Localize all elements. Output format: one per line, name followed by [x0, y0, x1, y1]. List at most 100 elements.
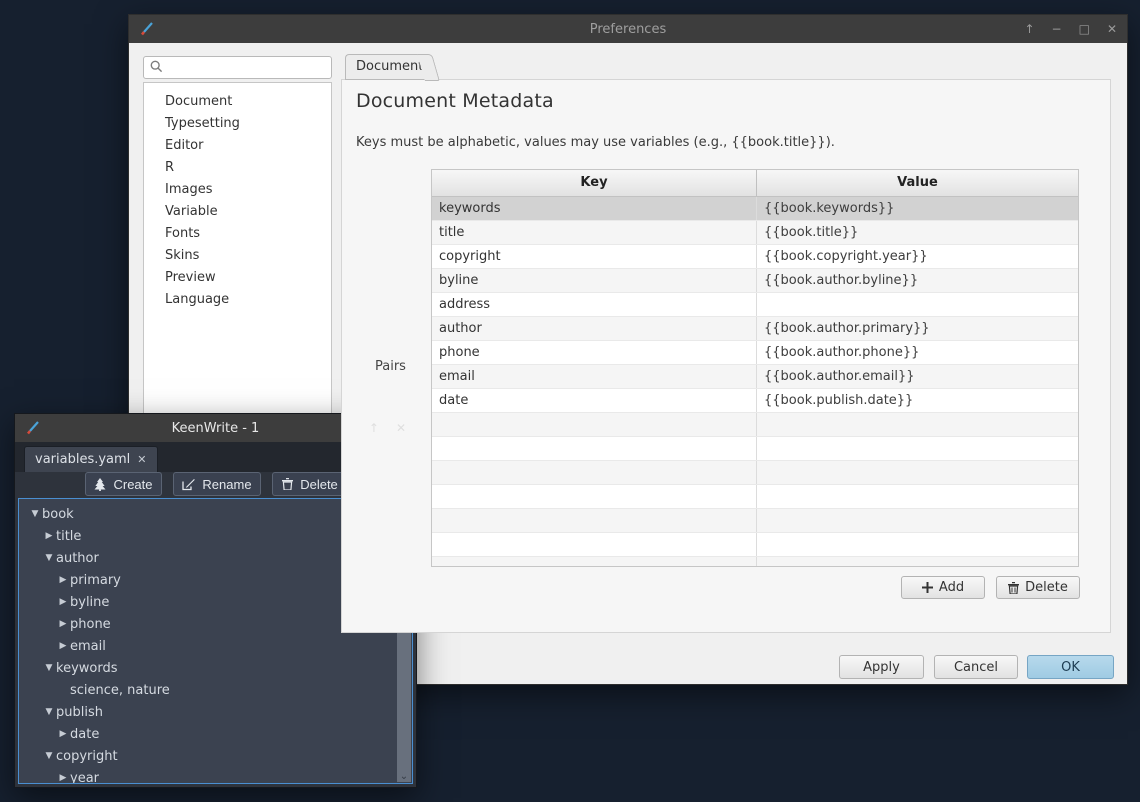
cell-value[interactable]	[757, 509, 1078, 532]
table-row[interactable]: author{{book.author.primary}}	[432, 317, 1078, 341]
table-row-empty[interactable]	[432, 509, 1078, 533]
cell-key[interactable]: keywords	[432, 197, 757, 220]
tab-document[interactable]: Document	[345, 54, 427, 80]
add-button[interactable]: Add	[901, 576, 985, 599]
sidebar-item-r[interactable]: R	[144, 157, 331, 179]
chevron-right-icon[interactable]: ▶	[56, 597, 70, 607]
cell-key[interactable]: author	[432, 317, 757, 340]
column-header-key[interactable]: Key	[432, 170, 757, 196]
close-icon[interactable]: ✕	[396, 422, 406, 434]
sidebar-item-skins[interactable]: Skins	[144, 245, 331, 267]
chevron-right-icon[interactable]: ▶	[56, 575, 70, 585]
table-row-empty[interactable]	[432, 461, 1078, 485]
create-button[interactable]: Create	[85, 472, 162, 496]
cell-key[interactable]: date	[432, 389, 757, 412]
cell-key[interactable]	[432, 557, 757, 567]
cell-value[interactable]	[757, 413, 1078, 436]
tree-item-date[interactable]: ▶date	[19, 723, 412, 745]
cell-key[interactable]	[432, 485, 757, 508]
delete-button[interactable]: Delete	[996, 576, 1080, 599]
table-row[interactable]: byline{{book.author.byline}}	[432, 269, 1078, 293]
minimize-icon[interactable]: −	[1052, 23, 1062, 35]
table-row[interactable]: phone{{book.author.phone}}	[432, 341, 1078, 365]
cell-value[interactable]	[757, 437, 1078, 460]
cell-value[interactable]: {{book.publish.date}}	[757, 389, 1078, 412]
cell-key[interactable]: address	[432, 293, 757, 316]
cell-value[interactable]: {{book.author.phone}}	[757, 341, 1078, 364]
delete-button[interactable]: Delete	[272, 472, 348, 496]
sidebar-item-preview[interactable]: Preview	[144, 267, 331, 289]
cell-value[interactable]: {{book.title}}	[757, 221, 1078, 244]
rename-button[interactable]: Rename	[173, 472, 261, 496]
sidebar-item-document[interactable]: Document	[144, 91, 331, 113]
sidebar-item-editor[interactable]: Editor	[144, 135, 331, 157]
cell-value[interactable]	[757, 461, 1078, 484]
chevron-right-icon[interactable]: ▶	[56, 641, 70, 651]
rollup-icon[interactable]: ↑	[369, 422, 379, 434]
table-row[interactable]: address	[432, 293, 1078, 317]
cell-key[interactable]: copyright	[432, 245, 757, 268]
chevron-down-icon[interactable]: ▼	[42, 553, 56, 563]
tree-item-keywords[interactable]: ▼keywords	[19, 657, 412, 679]
chevron-right-icon[interactable]: ▶	[56, 729, 70, 739]
search-input[interactable]	[143, 56, 332, 79]
chevron-right-icon[interactable]: ▶	[56, 773, 70, 783]
cell-value[interactable]: {{book.author.primary}}	[757, 317, 1078, 340]
chevron-down-icon[interactable]: ▼	[42, 707, 56, 717]
cell-key[interactable]: byline	[432, 269, 757, 292]
tree-item-copyright[interactable]: ▼copyright	[19, 745, 412, 767]
column-header-value[interactable]: Value	[757, 170, 1078, 196]
tree-item-publish[interactable]: ▼publish	[19, 701, 412, 723]
chevron-down-icon[interactable]: ▼	[42, 751, 56, 761]
rollup-icon[interactable]: ↑	[1024, 23, 1034, 35]
tree-item-email[interactable]: ▶email	[19, 635, 412, 657]
cell-value[interactable]: {{book.author.email}}	[757, 365, 1078, 388]
table-row-empty[interactable]	[432, 485, 1078, 509]
preferences-titlebar[interactable]: Preferences ↑ − □ ✕	[129, 15, 1127, 43]
chevron-down-icon[interactable]: ▼	[42, 663, 56, 673]
cell-key[interactable]: email	[432, 365, 757, 388]
sidebar-item-language[interactable]: Language	[144, 289, 331, 311]
sidebar-item-variable[interactable]: Variable	[144, 201, 331, 223]
table-row-empty[interactable]	[432, 413, 1078, 437]
table-row[interactable]: keywords{{book.keywords}}	[432, 197, 1078, 221]
table-row-empty[interactable]	[432, 437, 1078, 461]
cell-value[interactable]: {{book.author.byline}}	[757, 269, 1078, 292]
chevron-down-icon[interactable]: ▼	[28, 509, 42, 519]
ok-button[interactable]: OK	[1027, 655, 1114, 679]
metadata-table[interactable]: Key Value keywords{{book.keywords}}title…	[431, 169, 1079, 567]
scroll-down-icon[interactable]: ⌄	[397, 772, 411, 782]
close-icon[interactable]: ✕	[1107, 23, 1117, 35]
cell-value[interactable]: {{book.keywords}}	[757, 197, 1078, 220]
table-row[interactable]: date{{book.publish.date}}	[432, 389, 1078, 413]
sidebar-item-typesetting[interactable]: Typesetting	[144, 113, 331, 135]
apply-button[interactable]: Apply	[839, 655, 924, 679]
table-row[interactable]: email{{book.author.email}}	[432, 365, 1078, 389]
maximize-icon[interactable]: □	[1079, 23, 1090, 35]
table-row[interactable]: title{{book.title}}	[432, 221, 1078, 245]
cell-key[interactable]	[432, 461, 757, 484]
table-row-empty[interactable]	[432, 533, 1078, 557]
cell-key[interactable]: phone	[432, 341, 757, 364]
cell-key[interactable]	[432, 533, 757, 556]
tab-close-icon[interactable]: ✕	[137, 453, 146, 466]
tab-variables-yaml[interactable]: variables.yaml ✕	[24, 446, 158, 472]
cell-key[interactable]	[432, 509, 757, 532]
chevron-right-icon[interactable]: ▶	[56, 619, 70, 629]
cell-value[interactable]	[757, 293, 1078, 316]
table-row[interactable]: copyright{{book.copyright.year}}	[432, 245, 1078, 269]
cancel-button[interactable]: Cancel	[934, 655, 1018, 679]
tree-item-science-nature[interactable]: science, nature	[19, 679, 412, 701]
cell-value[interactable]: {{book.copyright.year}}	[757, 245, 1078, 268]
cell-key[interactable]	[432, 413, 757, 436]
cell-key[interactable]	[432, 437, 757, 460]
tree-item-year[interactable]: ▶year	[19, 767, 412, 784]
cell-value[interactable]	[757, 557, 1078, 567]
chevron-right-icon[interactable]: ▶	[42, 531, 56, 541]
table-row-empty[interactable]	[432, 557, 1078, 567]
sidebar-item-fonts[interactable]: Fonts	[144, 223, 331, 245]
cell-key[interactable]: title	[432, 221, 757, 244]
cell-value[interactable]	[757, 485, 1078, 508]
sidebar-item-images[interactable]: Images	[144, 179, 331, 201]
cell-value[interactable]	[757, 533, 1078, 556]
